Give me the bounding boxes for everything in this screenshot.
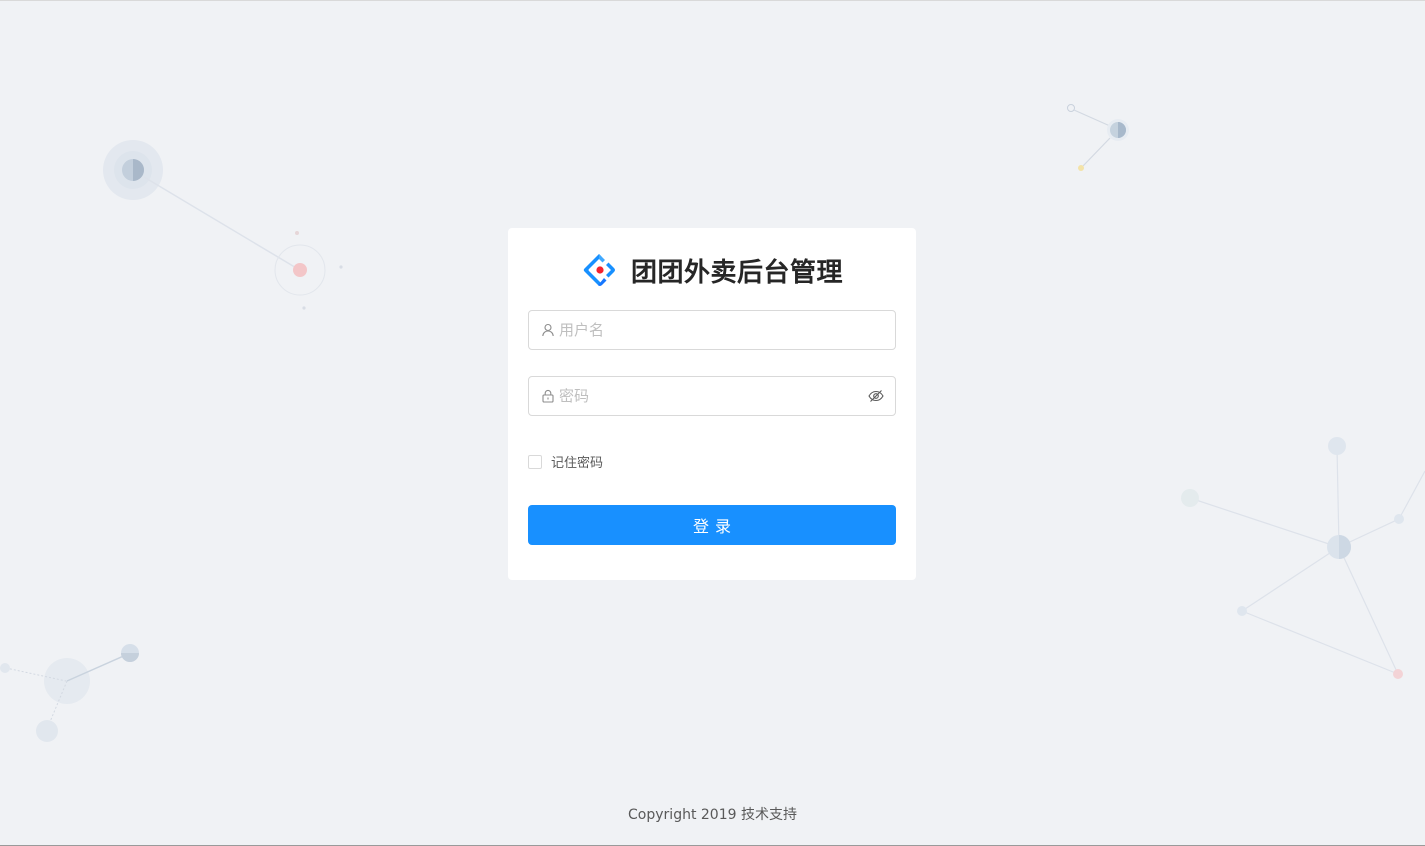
username-input[interactable] — [559, 315, 895, 345]
password-field[interactable] — [528, 376, 896, 416]
copyright-footer: Copyright 2019 技术支持 — [628, 807, 797, 823]
username-field[interactable] — [528, 310, 896, 350]
login-button[interactable]: 登录 — [528, 505, 896, 545]
remember-password-label: 记住密码 — [551, 456, 604, 471]
remember-password-checkbox[interactable]: 记住密码 — [528, 452, 603, 471]
eye-invisible-icon[interactable] — [868, 388, 884, 404]
diamond-logo-icon — [581, 252, 617, 288]
login-header: 团团外卖后台管理 — [508, 248, 916, 292]
login-card: 团团外卖后台管理 记住密码 — [508, 228, 916, 580]
password-input[interactable] — [559, 381, 868, 411]
checkbox-box[interactable] — [528, 454, 542, 469]
app-title: 团团外卖后台管理 — [630, 257, 843, 288]
lock-icon — [541, 389, 555, 403]
user-icon — [541, 323, 555, 337]
